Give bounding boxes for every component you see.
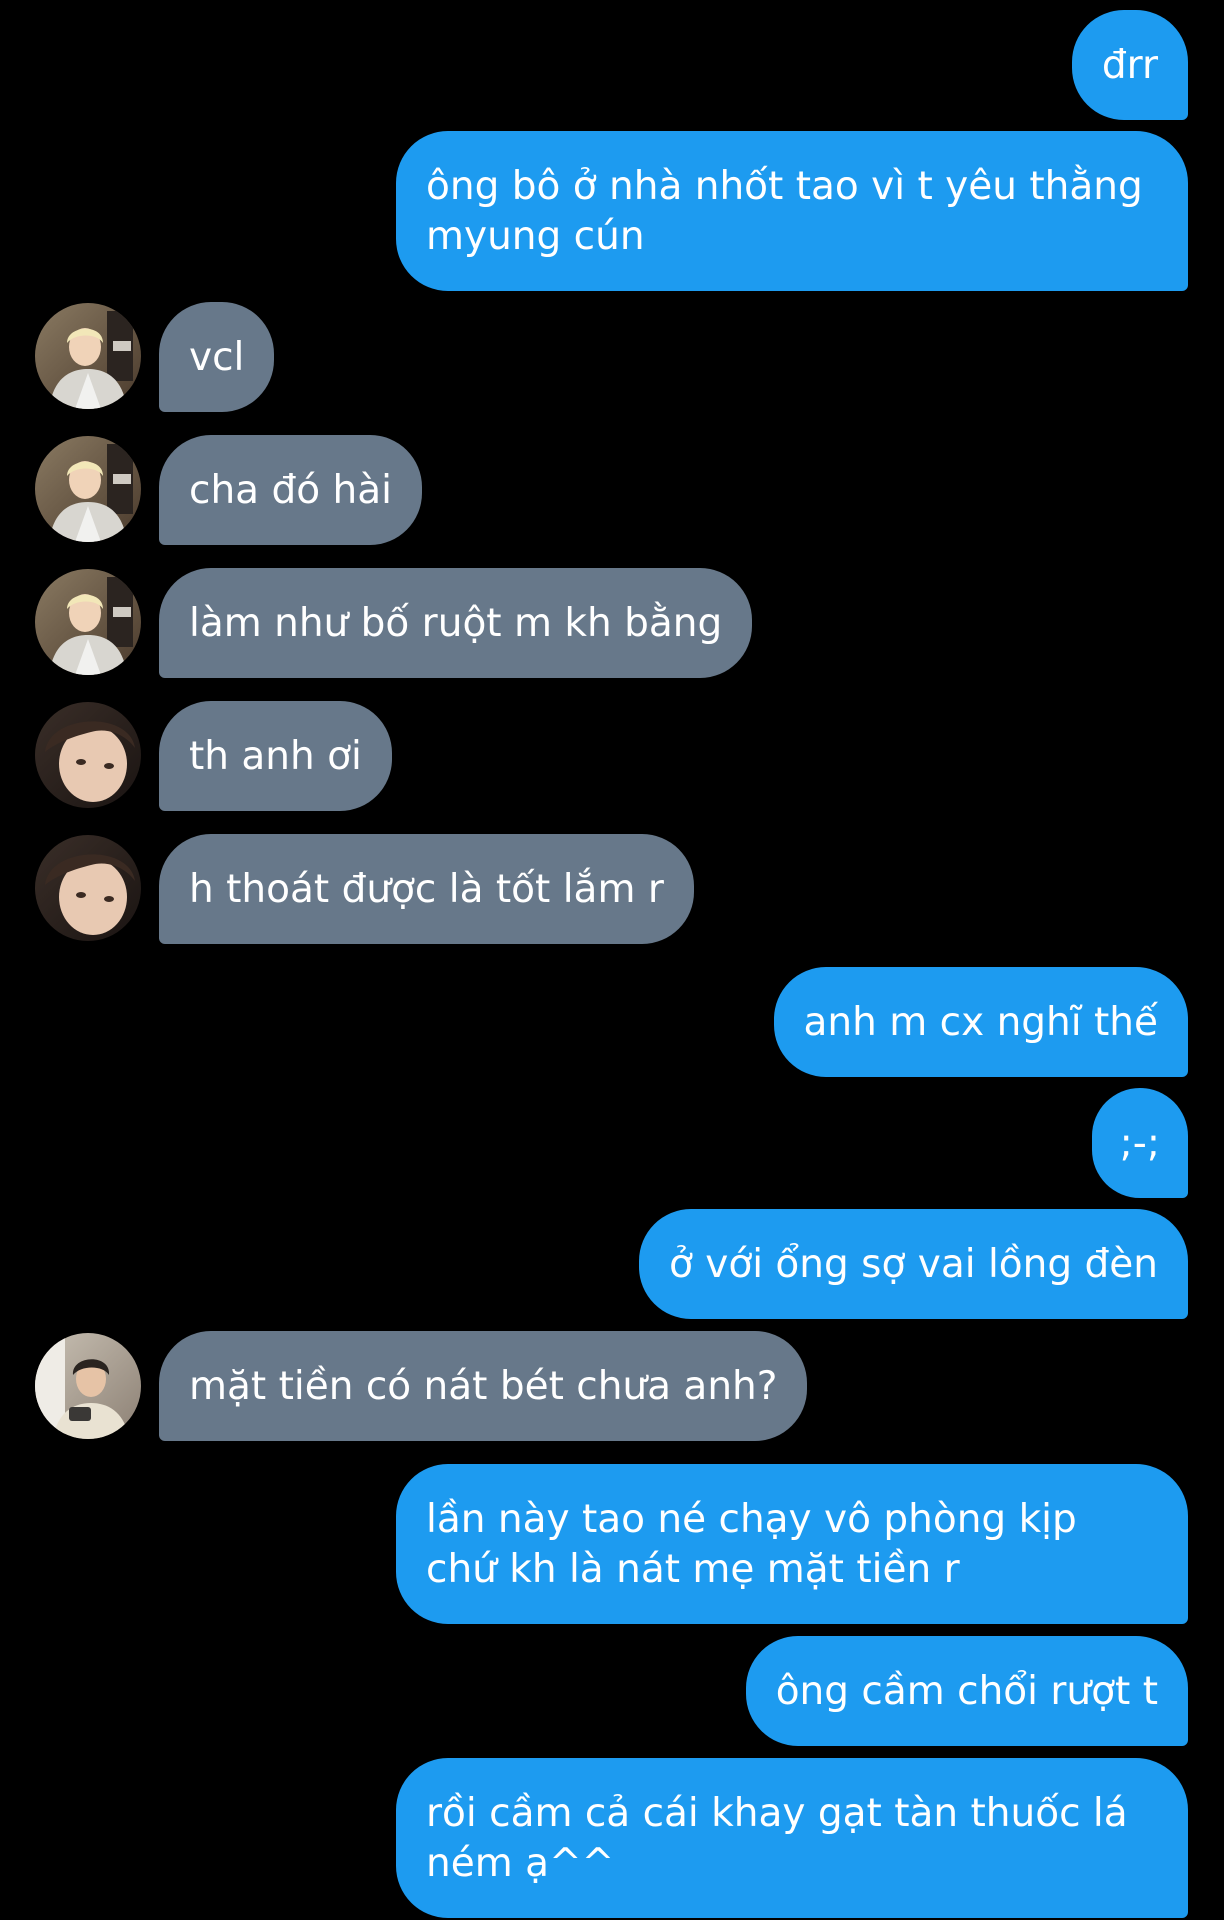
chat-thread: đrr ông bô ở nhà nhốt tao vì t yêu thằng… <box>0 0 1224 1920</box>
message-bubble-outgoing[interactable]: đrr <box>1071 10 1188 120</box>
message-bubble-incoming[interactable]: cha đó hài <box>159 435 422 545</box>
avatar-friend-a[interactable] <box>35 303 141 409</box>
message-bubble-incoming[interactable]: làm như bố ruột m kh bằng <box>159 568 753 678</box>
message-bubble-incoming[interactable]: h thoát được là tốt lắm r <box>159 834 694 944</box>
message-bubble-outgoing[interactable]: ông bô ở nhà nhốt tao vì t yêu thằng myu… <box>396 131 1188 291</box>
message-bubble-outgoing[interactable]: ;-; <box>1091 1088 1188 1198</box>
avatar-friend-a[interactable] <box>35 569 141 675</box>
message-bubble-outgoing[interactable]: ở với ổng sợ vai lồng đèn <box>639 1209 1188 1319</box>
avatar-friend-c[interactable] <box>35 1333 141 1439</box>
avatar-friend-b[interactable] <box>35 702 141 808</box>
message-bubble-outgoing[interactable]: ông cầm chổi rượt t <box>745 1636 1188 1746</box>
message-bubble-incoming[interactable]: vcl <box>159 302 275 412</box>
message-bubble-outgoing[interactable]: lần này tao né chạy vô phòng kịp chứ kh … <box>396 1464 1188 1624</box>
avatar-friend-b[interactable] <box>35 835 141 941</box>
avatar-photo-icon <box>35 436 141 542</box>
avatar-photo-icon <box>35 303 141 409</box>
avatar-photo-icon <box>35 1333 141 1439</box>
avatar-friend-a[interactable] <box>35 436 141 542</box>
message-bubble-incoming[interactable]: th anh ơi <box>159 701 392 811</box>
avatar-photo-icon <box>35 569 141 675</box>
message-bubble-outgoing[interactable]: anh m cx nghĩ thế <box>773 967 1188 1077</box>
message-bubble-outgoing[interactable]: rồi cầm cả cái khay gạt tàn thuốc lá ném… <box>396 1758 1188 1918</box>
message-bubble-incoming[interactable]: mặt tiền có nát bét chưa anh? <box>159 1331 808 1441</box>
avatar-photo-icon <box>35 702 141 808</box>
avatar-photo-icon <box>35 835 141 941</box>
